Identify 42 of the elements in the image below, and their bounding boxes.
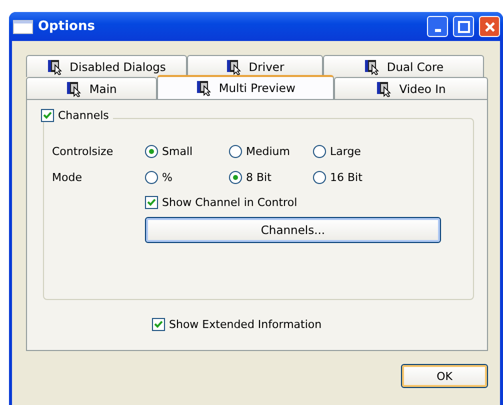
window-cursor-icon (46, 58, 64, 74)
radio-label: Large (330, 144, 361, 158)
radio-label: Small (162, 144, 193, 158)
minimize-icon (434, 28, 440, 32)
tab[interactable]: Main (26, 77, 158, 99)
radio-button[interactable] (229, 144, 242, 158)
tab[interactable]: Disabled Dialogs (26, 55, 187, 77)
radio-label: 8 Bit (246, 170, 272, 184)
window-cursor-icon (66, 80, 84, 96)
radio-label: 16 Bit (330, 170, 362, 184)
radio-button[interactable] (229, 170, 242, 184)
field-label: Controlsize (52, 144, 114, 158)
radio-button[interactable] (313, 170, 326, 184)
radio-button[interactable] (145, 144, 158, 158)
radio-button[interactable] (145, 170, 158, 184)
checkbox-label: Channels (58, 109, 109, 122)
channels-button[interactable]: Channels... (145, 217, 441, 243)
window-cursor-icon (226, 58, 243, 74)
ok-button[interactable]: OK (401, 364, 488, 388)
close-icon (484, 20, 496, 32)
tab[interactable]: Video In (334, 77, 488, 99)
window-cursor-icon (364, 58, 381, 74)
maximize-icon (458, 20, 470, 32)
tab[interactable]: Dual Core (323, 55, 484, 77)
close-button[interactable] (479, 16, 500, 37)
checkbox[interactable] (152, 318, 165, 330)
field-label: Mode (52, 170, 83, 184)
checkbox[interactable] (41, 109, 54, 122)
radio-label: % (162, 170, 172, 184)
window-cursor-icon (196, 80, 213, 96)
checkbox-label: Show Extended Information (169, 318, 322, 330)
tab[interactable]: Multi Preview (157, 75, 334, 99)
checkbox[interactable] (145, 196, 158, 208)
window-title: Options (38, 19, 95, 34)
radio-label: Medium (246, 144, 290, 158)
minimize-button[interactable] (427, 16, 448, 37)
maximize-button[interactable] (453, 16, 474, 37)
window-cursor-icon (376, 80, 394, 96)
window-icon (13, 20, 33, 34)
checkbox-label: Show Channel in Control (162, 196, 298, 208)
radio-button[interactable] (313, 144, 326, 158)
tab[interactable]: Driver (186, 55, 324, 77)
